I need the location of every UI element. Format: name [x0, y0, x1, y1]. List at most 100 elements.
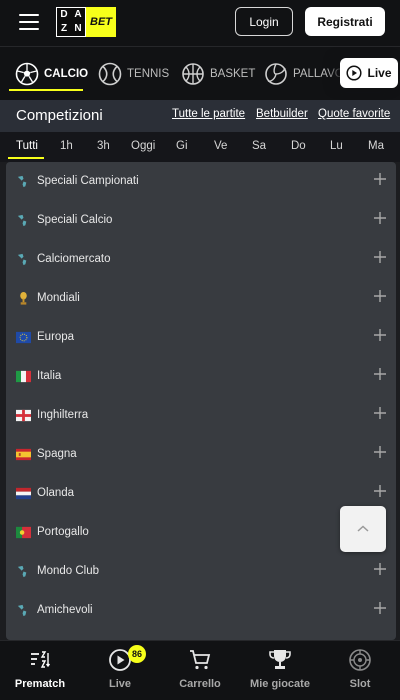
sport-tab-tennis[interactable]: TENNIS	[98, 47, 169, 100]
italy-flag-icon	[16, 370, 31, 383]
play-circle-icon	[346, 65, 363, 81]
plus-icon[interactable]	[373, 289, 387, 303]
competition-row-amichevoli[interactable]: Amichevoli	[6, 591, 396, 630]
competition-label: Spagna	[37, 448, 77, 460]
sport-tab-label: CALCIO	[44, 68, 89, 80]
globe-icon	[17, 253, 27, 266]
globe-icon	[17, 214, 27, 227]
sport-tab-basket[interactable]: BASKET	[181, 47, 255, 100]
globe-icon	[17, 565, 27, 578]
sport-tab-calcio[interactable]: CALCIO	[15, 47, 88, 100]
login-button[interactable]: Login	[235, 7, 293, 36]
bottom-navigation: Prematch Live 86 Carrello Mie giocate Sl…	[0, 640, 400, 700]
logo-letter-n: N	[74, 23, 82, 34]
plus-icon[interactable]	[373, 406, 387, 420]
plus-icon[interactable]	[373, 484, 387, 498]
competition-label: Calciomercato	[37, 253, 111, 265]
time-filter-ma[interactable]: Ma	[368, 140, 384, 152]
nav-label: Prematch	[14, 678, 66, 690]
competition-row-europa[interactable]: Europa	[6, 318, 396, 357]
spain-flag-icon	[16, 448, 31, 461]
competition-row-mondo-club[interactable]: Mondo Club	[6, 552, 396, 591]
competition-label: Olanda	[37, 487, 75, 499]
time-filter-oggi[interactable]: Oggi	[131, 140, 155, 152]
plus-icon[interactable]	[373, 601, 387, 615]
nav-slot[interactable]: Slot	[320, 641, 400, 700]
competition-label: Portogallo	[37, 526, 89, 538]
time-filter-do[interactable]: Do	[291, 140, 306, 152]
plus-icon[interactable]	[373, 328, 387, 342]
live-button[interactable]: Live	[340, 58, 398, 88]
globe-icon	[17, 604, 27, 617]
dazn-bet-logo[interactable]: D A Z N BET	[56, 7, 116, 37]
quote-favorite-link[interactable]: Quote favorite	[318, 108, 390, 120]
slot-reel-icon	[349, 649, 371, 671]
logo-letter-d: D	[60, 9, 68, 20]
menu-icon[interactable]	[19, 14, 39, 30]
live-count-badge: 86	[128, 645, 146, 663]
chevron-up-icon	[357, 525, 369, 532]
plus-icon[interactable]	[373, 172, 387, 186]
dazn-logo: D A Z N	[56, 7, 86, 37]
logo-letter-z: Z	[60, 23, 68, 34]
england-flag-icon	[16, 409, 31, 422]
time-filter-bar: Tutti 1h 3h Oggi Gi Ve Sa Do Lu Ma	[0, 132, 400, 162]
competition-row-inghilterra[interactable]: Inghilterra	[6, 396, 396, 435]
time-filter-tutti[interactable]: Tutti	[16, 140, 38, 152]
competition-row-speciali-campionati[interactable]: Speciali Campionati	[6, 162, 396, 201]
time-filter-ve[interactable]: Ve	[214, 140, 227, 152]
nav-label: Mie giocate	[250, 678, 310, 690]
betbuilder-link[interactable]: Betbuilder	[256, 108, 308, 120]
time-filter-sa[interactable]: Sa	[252, 140, 266, 152]
competition-row-olanda[interactable]: Olanda	[6, 474, 396, 513]
competition-row-spagna[interactable]: Spagna	[6, 435, 396, 474]
bet-logo: BET	[86, 7, 116, 37]
nav-mie-giocate[interactable]: Mie giocate	[240, 641, 320, 700]
time-filter-gi[interactable]: Gi	[176, 140, 188, 152]
trophy-icon	[269, 650, 291, 669]
nav-live[interactable]: Live 86	[80, 641, 160, 700]
competition-row-italia[interactable]: Italia	[6, 357, 396, 396]
sport-tab-label: BASKET	[210, 68, 256, 80]
nav-label: Live	[108, 678, 131, 690]
competitions-list-container[interactable]: Speciali Campionati Speciali Calcio Calc…	[0, 162, 400, 640]
competition-label: Speciali Calcio	[37, 214, 113, 226]
soccer-ball-icon	[15, 62, 39, 86]
nav-carrello[interactable]: Carrello	[160, 641, 240, 700]
logo-letter-a: A	[74, 9, 82, 20]
competitions-list: Speciali Campionati Speciali Calcio Calc…	[6, 162, 396, 640]
nav-prematch[interactable]: Prematch	[0, 641, 80, 700]
scroll-to-top-button[interactable]	[340, 506, 386, 552]
plus-icon[interactable]	[373, 250, 387, 264]
time-filter-lu[interactable]: Lu	[330, 140, 343, 152]
time-filter-3h[interactable]: 3h	[97, 140, 110, 152]
competition-label: Amichevoli	[37, 604, 93, 616]
tutte-le-partite-link[interactable]: Tutte le partite	[172, 108, 245, 120]
competition-row-calciomercato[interactable]: Calciomercato	[6, 240, 396, 279]
time-filter-1h[interactable]: 1h	[60, 140, 73, 152]
cart-icon	[190, 650, 211, 670]
plus-icon[interactable]	[373, 445, 387, 459]
competition-row-mondiali[interactable]: Mondiali	[6, 279, 396, 318]
sort-az-icon	[31, 651, 51, 668]
competition-row-speciali-calcio[interactable]: Speciali Calcio	[6, 201, 396, 240]
plus-icon[interactable]	[373, 562, 387, 576]
top-header: D A Z N BET Login Registrati	[0, 0, 400, 46]
tennis-ball-icon	[98, 62, 122, 86]
competition-label: Mondiali	[37, 292, 80, 304]
eu-flag-icon	[16, 331, 31, 344]
plus-icon[interactable]	[373, 367, 387, 381]
competizioni-title: Competizioni	[16, 107, 103, 124]
competition-label: Inghilterra	[37, 409, 89, 421]
basketball-icon	[182, 63, 204, 85]
plus-icon[interactable]	[373, 211, 387, 225]
nav-label: Carrello	[179, 678, 221, 690]
volleyball-icon	[265, 63, 287, 85]
competition-row-portogallo[interactable]: Portogallo	[6, 513, 396, 552]
register-button[interactable]: Registrati	[305, 7, 385, 36]
sport-tab-label: TENNIS	[127, 68, 170, 80]
globe-icon	[17, 175, 27, 188]
competition-label: Europa	[37, 331, 75, 343]
competition-label: Italia	[37, 370, 62, 382]
portugal-flag-icon	[16, 526, 31, 539]
